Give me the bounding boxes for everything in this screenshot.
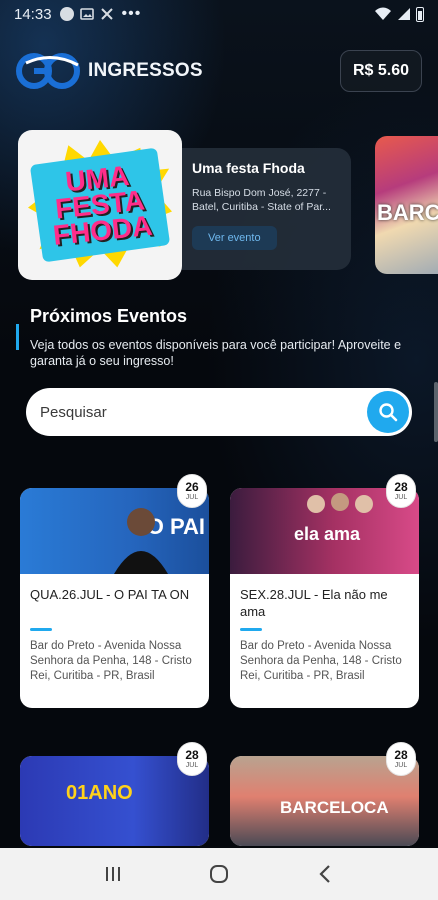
event-date-badge: 28 JUL <box>386 742 416 776</box>
home-button[interactable] <box>199 854 239 894</box>
cover-people-image <box>307 493 373 513</box>
event-date-badge: 26 JUL <box>177 474 207 508</box>
event-date-badge: 28 JUL <box>177 742 207 776</box>
more-notifications-icon: ••• <box>121 5 142 22</box>
event-day: 28 <box>394 479 408 494</box>
search-button[interactable] <box>367 391 409 433</box>
featured-event-title: Uma festa Fhoda <box>192 160 305 176</box>
event-card[interactable]: ela ama SEX.28.JUL - Ela não me ama Bar … <box>230 488 419 708</box>
event-month: JUL <box>394 493 408 501</box>
tools-notification-icon <box>100 8 113 20</box>
system-icons <box>374 6 424 22</box>
title-underline <box>240 628 262 631</box>
event-month: JUL <box>185 493 199 501</box>
logo-mark-icon <box>16 53 80 89</box>
event-body: SEX.28.JUL - Ela não me ama Bar do Preto… <box>230 574 419 708</box>
featured-event-address: Rua Bispo Dom José, 2277 - Batel, Curiti… <box>192 187 331 213</box>
section-accent-bar <box>16 324 19 350</box>
image-notification-icon <box>79 8 94 20</box>
event-day: 28 <box>185 747 199 762</box>
featured-next-poster-text: BARC <box>377 200 438 225</box>
logo-text: INGRESSOS <box>88 60 203 81</box>
poster-line-3: FHODA <box>51 209 154 251</box>
search-icon <box>379 403 398 422</box>
upcoming-events-section: Próximos Eventos Veja todos os eventos d… <box>16 306 422 369</box>
featured-event-poster: UMA FESTA FHODA <box>18 130 182 280</box>
poster-text: UMA FESTA FHODA <box>28 153 173 257</box>
event-card[interactable]: O PAI QUA.26.JUL - O PAI TA ON Bar do Pr… <box>20 488 209 708</box>
home-icon <box>210 865 228 883</box>
section-title: Próximos Eventos <box>30 306 188 326</box>
search-input[interactable] <box>40 403 367 421</box>
event-address: Bar do Preto - Avenida Nossa Senhora da … <box>30 640 192 682</box>
event-body: QUA.26.JUL - O PAI TA ON Bar do Preto - … <box>20 574 209 708</box>
title-underline <box>30 628 52 631</box>
status-time: 14:33 <box>14 5 52 23</box>
event-day: 26 <box>185 479 199 494</box>
back-button[interactable] <box>305 854 345 894</box>
event-date-badge: 28 JUL <box>386 474 416 508</box>
recent-apps-icon <box>106 867 120 881</box>
recent-apps-button[interactable] <box>93 854 133 894</box>
event-title: SEX.28.JUL - Ela não me ama <box>240 587 388 619</box>
event-month: JUL <box>185 761 199 769</box>
wifi-icon <box>375 7 391 20</box>
logo[interactable]: INGRESSOS <box>16 51 203 91</box>
featured-event-card[interactable]: UMA FESTA FHODA Uma festa Fhoda Rua Bisp… <box>18 130 351 280</box>
search-bar <box>26 388 412 436</box>
cover-text: BARCELOCA <box>280 798 389 817</box>
event-day: 28 <box>394 747 408 762</box>
app-header: INGRESSOS R$ 5.60 <box>16 46 422 96</box>
cover-text: 01ANO <box>66 782 133 804</box>
scrollbar[interactable] <box>434 382 438 442</box>
system-nav-bar <box>0 848 438 900</box>
back-icon <box>319 865 330 883</box>
event-address: Bar do Preto - Avenida Nossa Senhora da … <box>240 640 402 682</box>
featured-event-card-next[interactable]: BARC <box>375 136 438 274</box>
event-month: JUL <box>394 761 408 769</box>
status-bar: 14:33 ••• <box>0 0 438 28</box>
section-description: Veja todos os eventos disponíveis para v… <box>30 338 402 368</box>
app-notification-icon <box>59 7 74 21</box>
notification-icons: ••• <box>59 5 142 23</box>
event-title: QUA.26.JUL - O PAI TA ON <box>30 587 190 602</box>
view-event-button[interactable]: Ver evento <box>192 226 277 250</box>
wallet-balance[interactable]: R$ 5.60 <box>339 50 422 92</box>
featured-event-info: Uma festa Fhoda Rua Bispo Dom José, 2277… <box>174 148 351 270</box>
featured-carousel[interactable]: UMA FESTA FHODA Uma festa Fhoda Rua Bisp… <box>0 130 438 280</box>
cover-person-image <box>114 508 168 574</box>
battery-icon <box>416 6 424 22</box>
signal-icon <box>398 8 410 20</box>
